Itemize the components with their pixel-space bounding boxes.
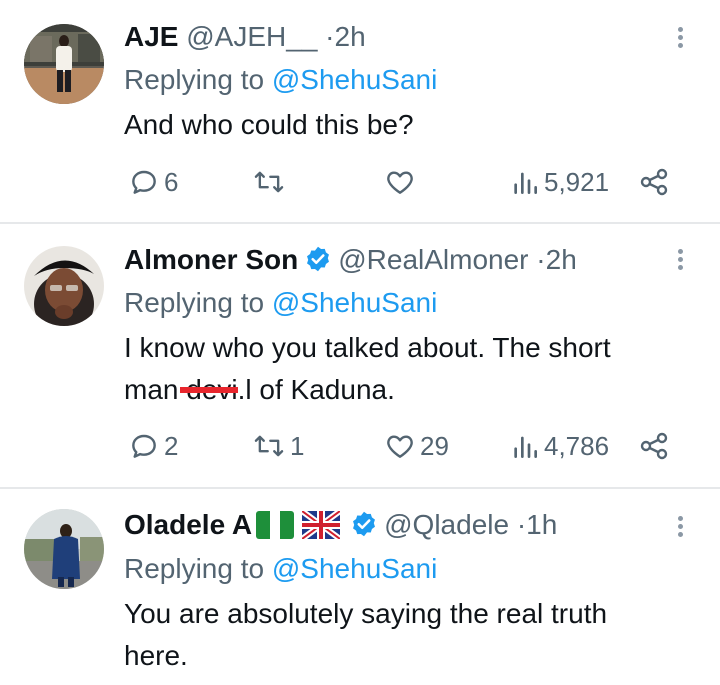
separator: · [325,21,335,52]
handle[interactable]: @AJEH__ [186,21,317,52]
timestamp[interactable]: 2h [546,244,577,275]
retweet-button[interactable] [252,162,290,202]
display-name[interactable]: Almoner Son [124,244,298,275]
replying-to: Replying to @ShehuSani [124,286,437,320]
reply-button[interactable]: 2 [128,426,178,466]
views-button[interactable]: 4,786 [510,426,609,466]
replying-prefix: Replying to [124,64,265,95]
tweet-oladele-a[interactable]: Oladele A @Qladele ·1h Replying to @Sheh… [0,489,720,685]
views-icon [514,436,537,458]
share-button[interactable] [638,162,670,202]
display-name[interactable]: AJE [124,21,178,52]
handle[interactable]: @Qladele [384,509,509,540]
like-button[interactable]: 29 [384,426,449,466]
views-count: 5,921 [544,166,610,197]
reply-count: 2 [164,430,179,461]
tweet-text-line: You are absolutely saying the real truth [124,598,608,629]
uk-flag-icon [302,511,341,539]
timestamp[interactable]: 2h [335,21,366,52]
verified-badge-icon [353,511,376,537]
replying-to: Replying to @ShehuSani [124,63,437,97]
mention-link[interactable]: @ShehuSani [272,287,437,318]
replying-prefix: Replying to [124,553,265,584]
like-icon [387,171,413,194]
tweet-text: And who could this be? [124,104,684,146]
views-icon [514,172,537,194]
timestamp[interactable]: 1h [526,509,557,540]
verified-badge-icon [307,246,330,272]
avatar[interactable] [24,246,104,326]
reply-button[interactable]: 6 [128,162,178,202]
views-count: 4,786 [544,430,610,461]
share-icon [640,432,668,460]
more-icon[interactable] [672,513,688,543]
mention-link[interactable]: @ShehuSani [272,553,437,584]
avatar[interactable] [24,509,104,589]
like-icon [387,435,413,458]
display-name[interactable]: Oladele A [124,509,252,540]
tweet-header: Almoner Son @RealAlmoner ·2h [124,243,577,277]
share-icon [640,168,668,196]
nigeria-flag-icon [256,511,295,539]
like-count: 29 [420,430,449,461]
tweet-aje[interactable]: AJE @AJEH__ ·2h Replying to @ShehuSani A… [0,0,720,222]
action-bar: 6 5,921 [124,162,684,202]
tweet-almoner-son[interactable]: Almoner Son @RealAlmoner ·2h Replying to… [0,224,720,486]
reply-icon [132,170,156,194]
mention-link[interactable]: @ShehuSani [272,64,437,95]
handle[interactable]: @RealAlmoner [338,244,528,275]
reply-count: 6 [164,166,179,197]
tweet-text-line: man devi.l of Kaduna. [124,369,684,411]
tweet-text-line: I know who you talked about. The short [124,332,611,363]
separator: · [536,244,546,275]
tweet-header: Oladele A @Qladele ·1h [124,508,557,542]
share-button[interactable] [638,426,670,466]
avatar[interactable] [24,24,104,104]
tweet-text: I know who you talked about. The short m… [124,327,684,411]
more-icon[interactable] [672,246,688,276]
more-icon[interactable] [672,24,688,54]
views-button[interactable]: 5,921 [510,162,609,202]
replying-to: Replying to @ShehuSani [124,552,437,586]
redaction-mark [179,387,238,393]
retweet-button[interactable]: 1 [252,426,304,466]
reply-icon [132,434,156,458]
separator: · [516,509,527,540]
tweet-header: AJE @AJEH__ ·2h [124,20,366,54]
like-button[interactable] [384,162,420,202]
retweet-icon [254,171,284,193]
tweet-text: You are absolutely saying the real truth… [124,593,684,677]
retweet-icon [254,435,284,457]
action-bar: 2 1 29 4,786 [124,426,684,466]
retweet-count: 1 [290,430,305,461]
replying-prefix: Replying to [124,287,265,318]
tweet-text-line: here. [124,640,188,671]
tweet-text-line: And who could this be? [124,109,414,140]
text-fragment: .l of Kaduna. [237,374,395,405]
